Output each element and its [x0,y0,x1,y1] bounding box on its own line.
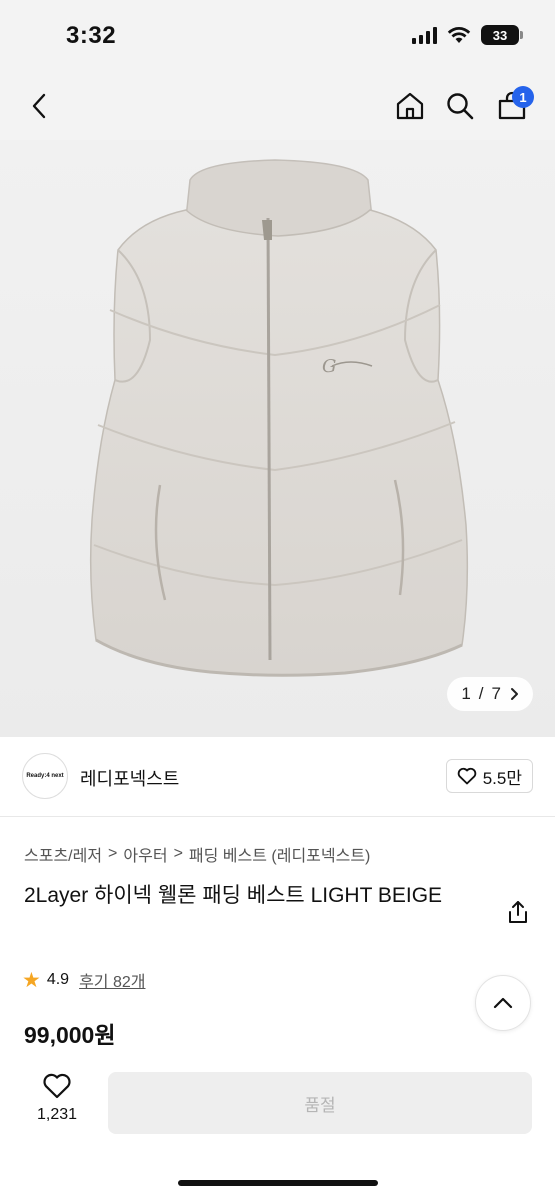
wishlist-button[interactable]: 1,231 [28,1072,86,1124]
product-image-gallery[interactable]: G 1 / 7 [0,140,555,737]
sold-out-button[interactable]: 품절 [108,1072,532,1134]
home-button[interactable] [388,84,432,128]
cart-count-badge: 1 [512,86,534,108]
scroll-to-top-button[interactable] [475,975,531,1031]
image-counter-separator: / [478,684,484,703]
star-icon: ★ [22,968,41,992]
breadcrumb-item-padding-vest[interactable]: 패딩 베스트 (레디포넥스트) [189,842,370,866]
product-price: 99,000원 [24,1022,116,1048]
status-time: 3:32 [66,22,117,49]
share-icon [509,901,527,923]
chevron-right-icon [511,688,518,700]
share-button[interactable] [502,896,534,928]
top-nav-bar: 1 [0,72,555,140]
brand-like-button[interactable]: 5.5만 [445,759,533,793]
home-icon [396,92,424,120]
search-button[interactable] [438,84,482,128]
search-icon [447,93,474,120]
breadcrumb-separator: > [108,845,118,862]
bottom-action-bar: 1,231 품절 [0,1056,555,1200]
wishlist-count: 1,231 [36,1106,78,1123]
breadcrumb: 스포츠/레저 > 아우터 > 패딩 베스트 (레디포넥스트) [24,842,370,866]
svg-text:G: G [322,356,336,377]
status-icons: 33 [412,25,523,45]
brand-name[interactable]: 레디포넥스트 [80,765,179,791]
chevron-up-icon [493,997,513,1009]
wifi-icon [447,27,471,43]
home-indicator [178,1180,378,1186]
rating-row: ★ 4.9 후기 82개 [22,968,145,992]
cart-button[interactable]: 1 [490,84,534,128]
brand-logo[interactable]: Ready:4 next [22,753,68,799]
product-vest-image: G [89,159,469,677]
heart-outline-icon [457,767,476,785]
brand-row: Ready:4 next 레디포넥스트 5.5만 [0,737,555,817]
image-counter-total: 7 [491,684,501,703]
status-bar: 3:32 33 [0,0,555,72]
breadcrumb-item-outer[interactable]: 아우터 [123,842,167,866]
back-arrow-icon [32,93,46,119]
image-counter-current: 1 [461,684,471,703]
breadcrumb-item-sports[interactable]: 스포츠/레저 [24,842,102,866]
breadcrumb-separator: > [173,845,183,862]
signal-icon [412,26,437,44]
brand-logo-text: Ready:4 next [26,773,64,779]
heart-outline-icon [43,1073,71,1099]
battery-level: 33 [492,27,508,43]
brand-like-count: 5.5만 [482,768,522,788]
back-button[interactable] [18,84,62,128]
rating-value: 4.9 [46,971,70,988]
battery-icon: 33 [481,25,523,45]
image-counter[interactable]: 1 / 7 [447,677,533,711]
product-title: 2Layer 하이넥 웰론 패딩 베스트 LIGHT BEIGE [24,884,443,907]
review-link[interactable]: 후기 82개 [79,968,145,992]
